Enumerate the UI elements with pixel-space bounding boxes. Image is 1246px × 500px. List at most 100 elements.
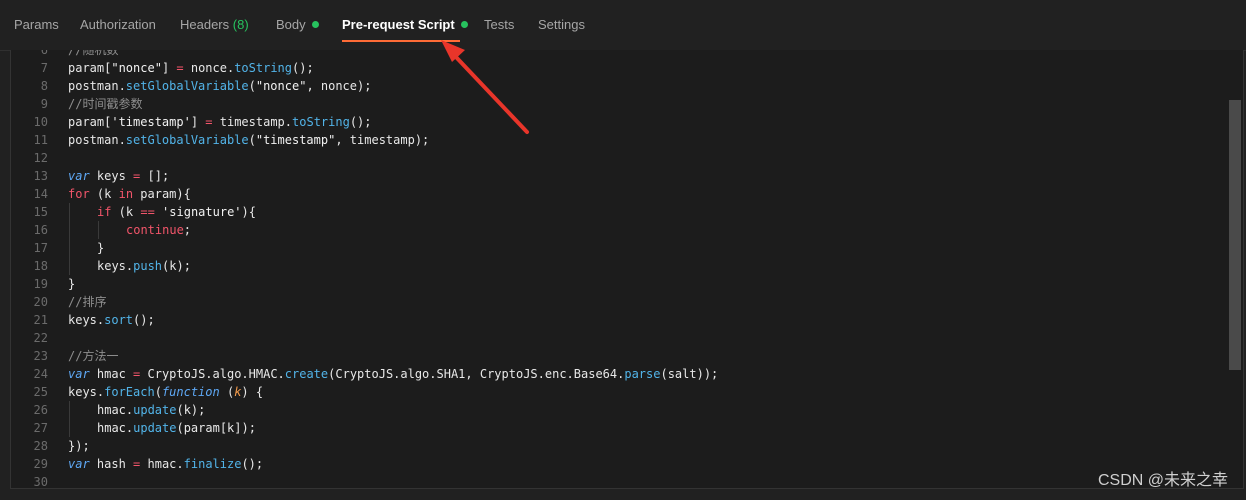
line-number: 10	[33, 115, 48, 129]
code-token: (	[219, 385, 235, 399]
line-number: 26	[33, 403, 48, 417]
code-token: ]	[190, 115, 206, 129]
code-token: param){	[133, 187, 191, 201]
code-token: //时间戳参数	[68, 97, 143, 111]
code-token: (	[154, 385, 162, 399]
request-tab-bar: Params Authorization Headers (8) Body Pr…	[0, 0, 1246, 51]
tab-pre-request-script-label: Pre-request Script	[342, 17, 455, 32]
code-text: hmac.update(k);	[97, 401, 205, 419]
line-number: 17	[33, 241, 48, 255]
code-token: ();	[292, 61, 314, 75]
code-text: //时间戳参数	[68, 95, 142, 113]
line-number: 14	[33, 187, 48, 201]
code-token: ();	[349, 115, 372, 129]
code-token: if	[97, 205, 112, 219]
code-token: postman.	[68, 79, 126, 93]
code-token: nonce.	[183, 61, 235, 75]
line-number: 16	[33, 223, 48, 237]
code-text: param['timestamp'] = timestamp.toString(…	[68, 113, 372, 131]
code-token: keys.	[97, 259, 134, 273]
code-token: [];	[140, 169, 170, 183]
editor-scrollbar[interactable]	[1229, 50, 1241, 488]
code-text: //随机数	[68, 50, 118, 59]
code-token: setGlobalVariable	[125, 79, 249, 93]
code-token: //方法一	[68, 349, 119, 363]
code-text: hmac.update(param[k]);	[97, 419, 256, 437]
code-token: in	[118, 187, 134, 201]
line-number: 29	[33, 457, 48, 471]
code-token: ) {	[241, 385, 264, 399]
indent-guide	[69, 257, 70, 275]
active-tab-underline	[342, 40, 460, 42]
code-token: parse	[624, 367, 661, 381]
code-token: push	[133, 259, 163, 273]
code-token: 'timestamp'	[111, 115, 191, 129]
code-token: finalize	[183, 457, 242, 471]
code-text: postman.setGlobalVariable("nonce", nonce…	[68, 77, 371, 95]
pre-request-status-dot	[460, 21, 468, 29]
code-token: timestamp.	[212, 115, 293, 129]
body-status-dot	[311, 21, 319, 29]
line-number: 30	[33, 475, 48, 489]
code-token: toString	[234, 61, 292, 75]
line-number: 13	[33, 169, 48, 183]
code-token: =	[176, 61, 184, 75]
code-token: (k);	[176, 403, 206, 417]
code-text: });	[68, 437, 90, 455]
script-editor[interactable]: 6//随机数 7 param["nonce"] = nonce.toString()…	[10, 50, 1244, 489]
code-text: var keys = [];	[68, 167, 169, 185]
code-text: }	[68, 275, 75, 293]
code-token: sort	[104, 313, 134, 327]
code-token: ;	[183, 223, 192, 237]
tab-params[interactable]: Params	[14, 17, 59, 32]
code-token: "timestamp"	[255, 133, 336, 147]
code-token: keys	[89, 169, 134, 183]
code-token: setGlobalVariable	[125, 133, 249, 147]
line-number: 9	[40, 97, 48, 111]
tab-tests[interactable]: Tests	[484, 17, 514, 32]
code-text: var hash = hmac.finalize();	[68, 455, 263, 473]
code-token: keys.	[68, 385, 105, 399]
code-token: ==	[140, 205, 155, 219]
code-token: keys.	[68, 313, 105, 327]
code-token: =	[205, 115, 213, 129]
tab-pre-request-script[interactable]: Pre-request Script	[342, 17, 468, 32]
code-token: 'signature'	[162, 205, 242, 219]
code-token: (salt));	[660, 367, 719, 381]
tab-settings[interactable]: Settings	[538, 17, 585, 32]
code-token: var	[68, 367, 90, 381]
code-token: , timestamp);	[335, 133, 430, 147]
code-token: (	[248, 133, 256, 147]
code-token: var	[68, 169, 90, 183]
code-token: forEach	[104, 385, 155, 399]
editor-scrollbar-thumb[interactable]	[1229, 100, 1241, 370]
code-text: continue;	[126, 221, 191, 239]
code-text: for (k in param){	[68, 185, 191, 203]
code-text: var hmac = CryptoJS.algo.HMAC.create(Cry…	[68, 365, 718, 383]
line-number: 23	[33, 349, 48, 363]
tab-body[interactable]: Body	[276, 17, 319, 32]
code-text: if (k == 'signature'){	[97, 203, 256, 221]
tab-headers[interactable]: Headers (8)	[180, 17, 249, 32]
code-text: keys.push(k);	[97, 257, 191, 275]
code-token: hmac.	[97, 403, 134, 417]
code-token: ();	[241, 457, 264, 471]
line-number: 28	[33, 439, 48, 453]
code-token: ){	[241, 205, 256, 219]
code-text: }	[97, 239, 104, 257]
code-token: }	[68, 277, 76, 291]
indent-guide	[69, 203, 70, 221]
code-token: "nonce"	[111, 61, 162, 75]
code-text: //排序	[68, 293, 106, 311]
code-token: (k	[111, 205, 141, 219]
code-token: });	[68, 439, 90, 453]
code-token: //排序	[68, 295, 107, 309]
code-token: update	[133, 403, 177, 417]
code-token: }	[97, 241, 105, 255]
line-number: 6	[40, 50, 48, 57]
code-token: (k	[89, 187, 119, 201]
tab-authorization[interactable]: Authorization	[80, 17, 156, 32]
line-number: 7	[40, 61, 48, 75]
code-token: hmac.	[140, 457, 184, 471]
